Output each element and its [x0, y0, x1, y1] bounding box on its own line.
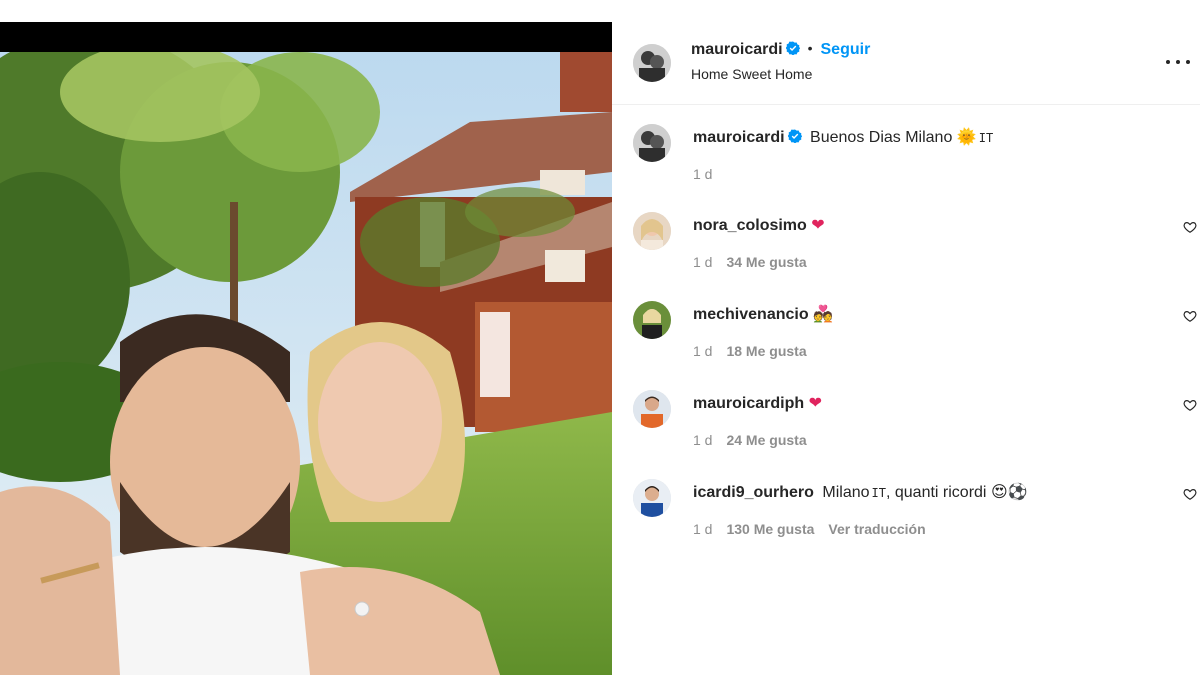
- post-photo[interactable]: [0, 52, 612, 675]
- comment-line: nora_colosimo ❤: [693, 215, 825, 235]
- commenter-avatar-image: [633, 390, 671, 428]
- verified-badge-icon: [785, 41, 800, 55]
- comment-likes[interactable]: 34 Me gusta: [726, 254, 806, 270]
- author-avatar[interactable]: [633, 44, 671, 82]
- caption-text: Buenos Dias Milano: [810, 129, 953, 146]
- heart-eyes-soccer-emoji: 😍⚽: [990, 482, 1028, 501]
- comment-username[interactable]: icardi9_ourhero: [693, 484, 814, 501]
- commenter-avatar[interactable]: [633, 212, 671, 250]
- heart-outline-icon[interactable]: [1183, 309, 1197, 323]
- sun-emoji: 🌞: [956, 127, 977, 146]
- comment-line: mechivenancio 💑: [693, 304, 833, 324]
- commenter-avatar-image: [633, 212, 671, 250]
- italy-flag-icon: IT: [871, 486, 886, 500]
- comment-line: mauroicardiph ❤: [693, 393, 822, 413]
- comment-time[interactable]: 1 d: [693, 432, 712, 448]
- comment-likes[interactable]: 18 Me gusta: [726, 343, 806, 359]
- commenter-avatar[interactable]: [633, 390, 671, 428]
- caption-meta: 1 d: [693, 166, 712, 182]
- post-location[interactable]: Home Sweet Home: [691, 66, 812, 82]
- post-side-panel: mauroicardi • Seguir Home Sweet Home mauro…: [612, 22, 1200, 675]
- commenter-avatar-image: [633, 301, 671, 339]
- see-translation-button[interactable]: Ver traducción: [828, 521, 925, 537]
- caption-line: mauroicardi Buenos Dias Milano 🌞 IT: [693, 127, 993, 147]
- comment-time[interactable]: 1 d: [693, 343, 712, 359]
- heart-outline-icon[interactable]: [1183, 220, 1197, 234]
- heart-outline-icon[interactable]: [1183, 487, 1197, 501]
- author-line: mauroicardi • Seguir: [691, 40, 870, 59]
- follow-button[interactable]: Seguir: [821, 41, 871, 58]
- commenter-avatar-image: [633, 479, 671, 517]
- caption-time[interactable]: 1 d: [693, 166, 712, 182]
- comment-text-continued: , quanti ricordi: [885, 484, 987, 501]
- heart-outline-icon[interactable]: [1183, 398, 1197, 412]
- comment-time[interactable]: 1 d: [693, 254, 712, 270]
- author-username[interactable]: mauroicardi: [691, 41, 783, 58]
- caption-avatar-image: [633, 124, 671, 162]
- comment-username[interactable]: nora_colosimo: [693, 217, 807, 234]
- comment-likes[interactable]: 24 Me gusta: [726, 432, 806, 448]
- comment-username[interactable]: mauroicardiph: [693, 395, 804, 412]
- comment-meta: 1 d 24 Me gusta: [693, 432, 807, 448]
- commenter-avatar[interactable]: [633, 301, 671, 339]
- comment-time[interactable]: 1 d: [693, 521, 712, 537]
- comment-meta: 1 d 130 Me gusta Ver traducción: [693, 521, 926, 537]
- caption-username[interactable]: mauroicardi: [693, 129, 785, 146]
- verified-badge-icon: [787, 129, 802, 143]
- caption-avatar[interactable]: [633, 124, 671, 162]
- comment-likes[interactable]: 130 Me gusta: [726, 521, 814, 537]
- italy-flag-icon: IT: [978, 131, 994, 145]
- photo-illustration: [0, 52, 612, 675]
- comment-line: icardi9_ourhero Milano IT, quanti ricordi…: [693, 482, 1028, 502]
- comment-text: Milano: [822, 484, 870, 501]
- post-photo-panel: [0, 0, 612, 675]
- comment-username[interactable]: mechivenancio: [693, 306, 809, 323]
- commenter-avatar[interactable]: [633, 479, 671, 517]
- red-heart-emoji: ❤: [811, 215, 825, 234]
- more-options-icon[interactable]: [1166, 50, 1190, 74]
- red-heart-emoji: ❤: [808, 393, 822, 412]
- separator-dot: •: [807, 40, 813, 56]
- comment-meta: 1 d 34 Me gusta: [693, 254, 807, 270]
- comment-meta: 1 d 18 Me gusta: [693, 343, 807, 359]
- couple-emoji: 💑: [813, 304, 833, 323]
- author-avatar-image: [633, 44, 671, 82]
- post-header: mauroicardi • Seguir Home Sweet Home: [612, 22, 1200, 105]
- photo-top-bar: [0, 22, 612, 52]
